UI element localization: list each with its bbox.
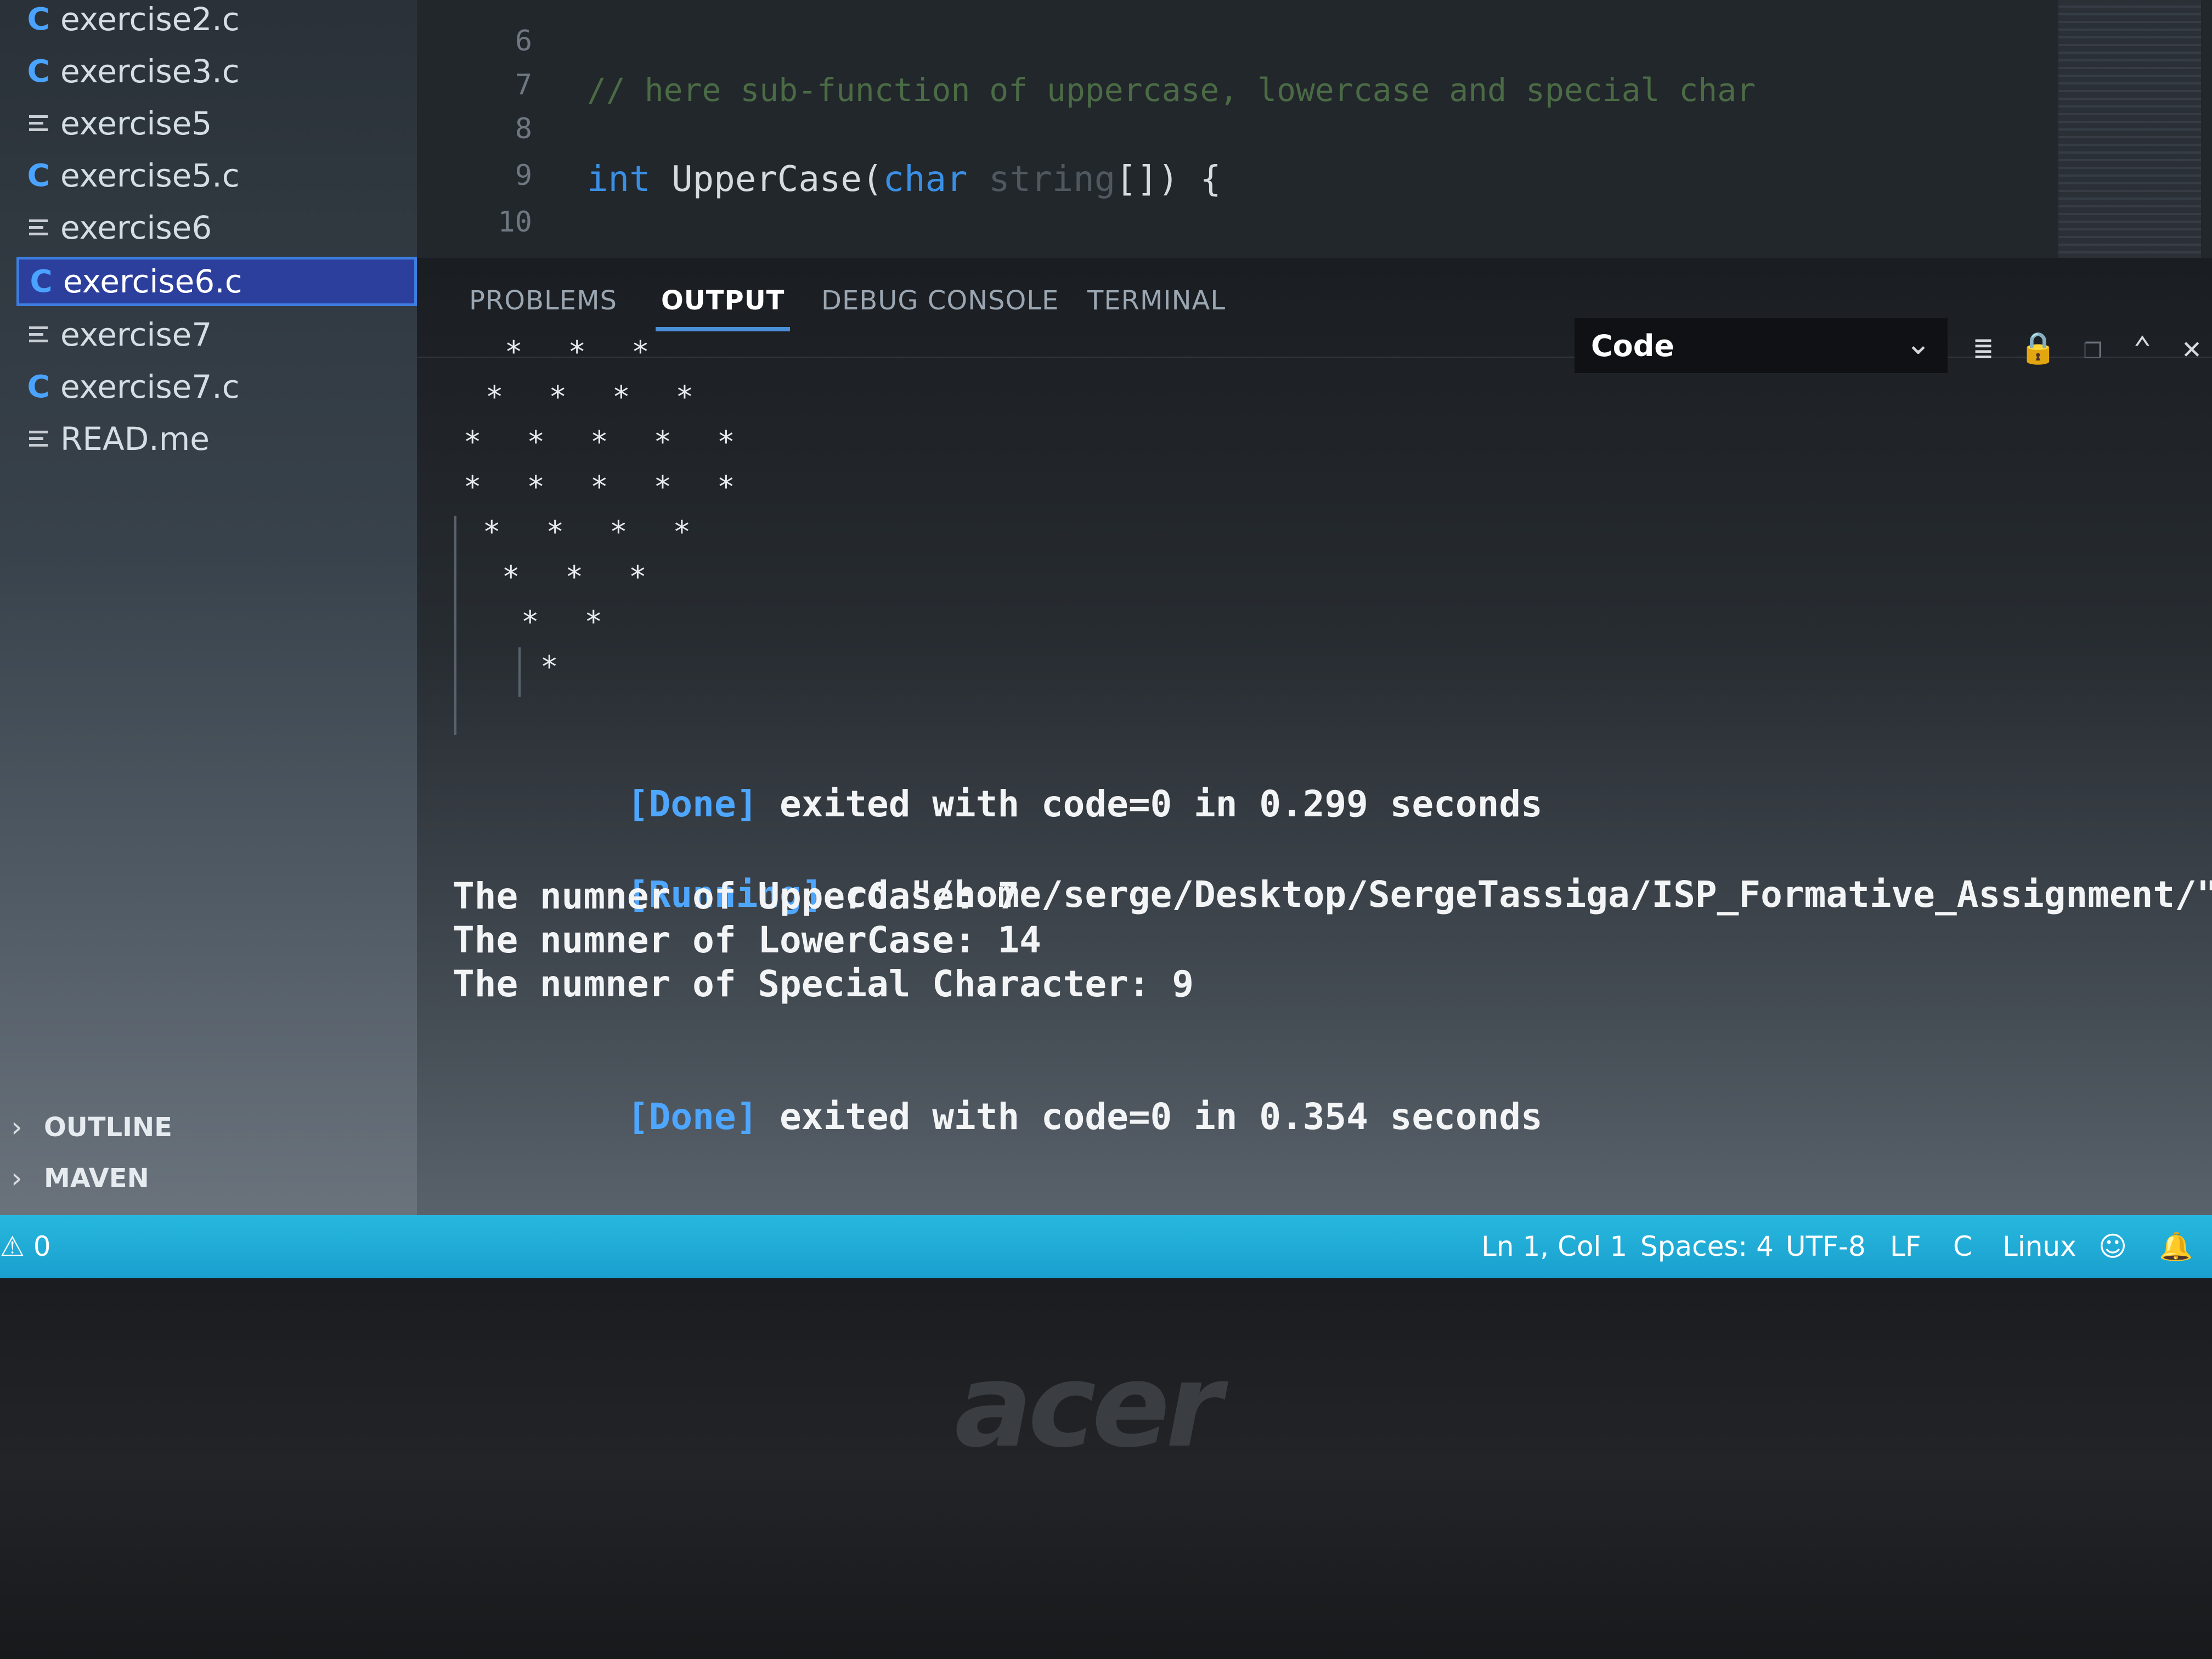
star-row: * * <box>521 605 606 639</box>
output-line: The numner of Special Character: 9 <box>453 963 1194 1005</box>
language-mode[interactable]: C <box>1953 1231 1972 1262</box>
code-line: int UpperCase(char string[]) { <box>587 159 1221 200</box>
code-param: string <box>989 159 1116 200</box>
file-item[interactable]: exercise6 <box>16 203 417 252</box>
output-line: The numner of UpperCase: 7 <box>453 875 1020 917</box>
vscode-window: C exercise2.c C exercise3.c exercise5 C … <box>0 0 2212 1278</box>
code-rest: []) { <box>1115 159 1221 200</box>
explorer-sidebar: C exercise2.c C exercise3.c exercise5 C … <box>0 0 417 1215</box>
text-cursor <box>518 647 521 697</box>
star-row: * * * * <box>483 515 695 549</box>
text-file-icon <box>16 325 60 344</box>
laptop-bezel: acer <box>0 1278 2212 1659</box>
warning-icon: ⚠ <box>0 1231 25 1262</box>
text-file-icon <box>16 114 60 133</box>
done-tag: [Done] <box>627 1096 758 1138</box>
section-label: MAVEN <box>44 1163 149 1194</box>
indent-guide <box>454 516 456 735</box>
warnings-indicator[interactable]: ⚠ 0 <box>0 1231 51 1262</box>
file-name: READ.me <box>60 420 210 458</box>
done-text: exited with code=0 in 0.354 seconds <box>758 1096 1543 1138</box>
line-number: 8 <box>515 112 532 145</box>
star-row: * <box>540 650 562 684</box>
minimap[interactable] <box>2058 0 2201 258</box>
file-name: exercise6 <box>60 209 212 246</box>
code-type: char <box>883 159 968 200</box>
indentation[interactable]: Spaces: 4 <box>1640 1231 1774 1262</box>
file-item[interactable]: exercise7 <box>16 310 417 359</box>
c-file-icon: C <box>30 263 53 300</box>
file-item[interactable]: C exercise3.c <box>16 47 417 96</box>
status-bar: ⚠ 0 Ln 1, Col 1 Spaces: 4 UTF-8 LF C Lin… <box>0 1215 2212 1278</box>
star-row: * * * <box>502 560 650 594</box>
line-number: 9 <box>515 159 532 192</box>
star-row: * * * <box>505 335 653 369</box>
code-function: UpperCase( <box>672 159 883 200</box>
file-item[interactable]: READ.me <box>16 414 417 464</box>
outline-section[interactable]: › OUTLINE <box>11 1103 406 1152</box>
feedback-icon[interactable]: ☺ <box>2098 1231 2127 1262</box>
output-content[interactable]: * * * * * * * * * * * * * * * * * * * * … <box>417 258 2212 1215</box>
file-name: exercise5.c <box>60 157 240 194</box>
chevron-right-icon: › <box>11 1162 22 1195</box>
brand-logo: acer <box>955 1339 1222 1473</box>
file-item[interactable]: C exercise5.c <box>16 151 417 200</box>
output-line: The numner of LowerCase: 14 <box>453 919 1041 961</box>
file-name: exercise5 <box>60 105 212 142</box>
file-name: exercise7 <box>60 316 212 353</box>
file-item[interactable]: exercise5 <box>16 99 417 148</box>
file-name: exercise2.c <box>60 1 240 38</box>
c-file-icon: C <box>27 369 50 405</box>
output-line: [Done] exited with code=0 in 0.354 secon… <box>453 1053 1543 1180</box>
cursor-position[interactable]: Ln 1, Col 1 <box>1481 1231 1627 1262</box>
line-number: 10 <box>498 206 532 239</box>
text-file-icon <box>16 430 60 448</box>
bottom-panel: PROBLEMS OUTPUT DEBUG CONSOLE TERMINAL C… <box>417 258 2212 1215</box>
done-text: exited with code=0 in 0.299 seconds <box>758 783 1543 825</box>
file-item-active[interactable]: C exercise6.c <box>16 257 417 306</box>
chevron-right-icon: › <box>11 1111 22 1144</box>
encoding[interactable]: UTF-8 <box>1786 1231 1866 1262</box>
code-editor[interactable]: 6 7 8 9 10 // here sub-function of upper… <box>417 0 2212 258</box>
code-keyword: int <box>587 159 651 200</box>
line-number: 6 <box>515 25 532 58</box>
star-row: * * * * * <box>464 425 738 459</box>
maven-section[interactable]: › MAVEN <box>11 1154 406 1203</box>
file-name: exercise3.c <box>60 53 240 90</box>
file-item[interactable]: C exercise7.c <box>16 362 417 411</box>
file-item[interactable]: C exercise2.c <box>16 0 417 44</box>
file-name: exercise6.c <box>63 263 242 300</box>
done-tag: [Done] <box>627 783 758 825</box>
code-comment: // here sub-function of uppercase, lower… <box>587 71 1756 109</box>
running-command: cd "/home/serge/Desktop/SergeTassiga/ISP… <box>845 873 2212 916</box>
star-row: * * * * <box>486 380 697 414</box>
text-file-icon <box>16 218 60 237</box>
file-name: exercise7.c <box>60 368 240 405</box>
c-file-icon: C <box>27 53 50 89</box>
c-file-icon: C <box>27 157 50 194</box>
line-number: 7 <box>515 69 532 101</box>
line-ending[interactable]: LF <box>1890 1231 1921 1262</box>
star-row: * * * * * <box>464 470 738 504</box>
bell-icon[interactable]: 🔔 <box>2159 1231 2193 1263</box>
section-label: OUTLINE <box>44 1112 172 1143</box>
c-file-icon: C <box>27 1 50 37</box>
warning-count: 0 <box>33 1231 51 1262</box>
os-indicator[interactable]: Linux <box>2002 1231 2076 1262</box>
